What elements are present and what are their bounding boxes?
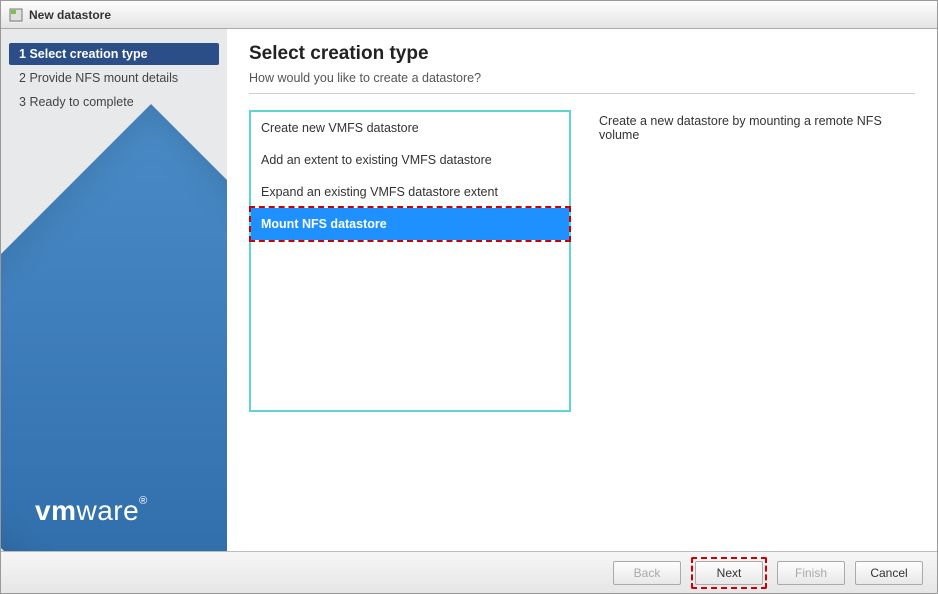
window-title: New datastore	[29, 8, 111, 22]
wizard-footer: Back Next Finish Cancel	[1, 551, 937, 593]
finish-button: Finish	[777, 561, 845, 585]
back-button: Back	[613, 561, 681, 585]
step-ready-to-complete[interactable]: 3 Ready to complete	[9, 91, 219, 113]
divider	[249, 93, 915, 94]
annotation-highlight-next: Next	[691, 557, 767, 589]
next-button[interactable]: Next	[695, 561, 763, 585]
step-list: 1 Select creation type 2 Provide NFS mou…	[9, 43, 219, 113]
decorative-triangle	[1, 104, 227, 551]
step-select-creation-type[interactable]: 1 Select creation type	[9, 43, 219, 65]
title-bar: New datastore	[1, 1, 937, 29]
option-create-new-vmfs[interactable]: Create new VMFS datastore	[251, 112, 569, 144]
vmware-logo: vmware®	[35, 495, 148, 527]
annotation-highlight: Mount NFS datastore	[249, 206, 571, 242]
page-subtitle: How would you like to create a datastore…	[249, 71, 915, 85]
page-heading: Select creation type	[249, 43, 915, 65]
option-expand-extent[interactable]: Expand an existing VMFS datastore extent	[251, 176, 569, 208]
option-description: Create a new datastore by mounting a rem…	[599, 110, 915, 412]
creation-type-listbox[interactable]: Create new VMFS datastore Add an extent …	[249, 110, 571, 412]
step-provide-nfs-mount-details[interactable]: 2 Provide NFS mount details	[9, 67, 219, 89]
wizard-sidebar: 1 Select creation type 2 Provide NFS mou…	[1, 29, 227, 551]
option-add-extent[interactable]: Add an extent to existing VMFS datastore	[251, 144, 569, 176]
main-panel: Select creation type How would you like …	[227, 29, 937, 551]
cancel-button[interactable]: Cancel	[855, 561, 923, 585]
option-mount-nfs[interactable]: Mount NFS datastore	[251, 208, 569, 240]
datastore-icon	[9, 8, 23, 22]
